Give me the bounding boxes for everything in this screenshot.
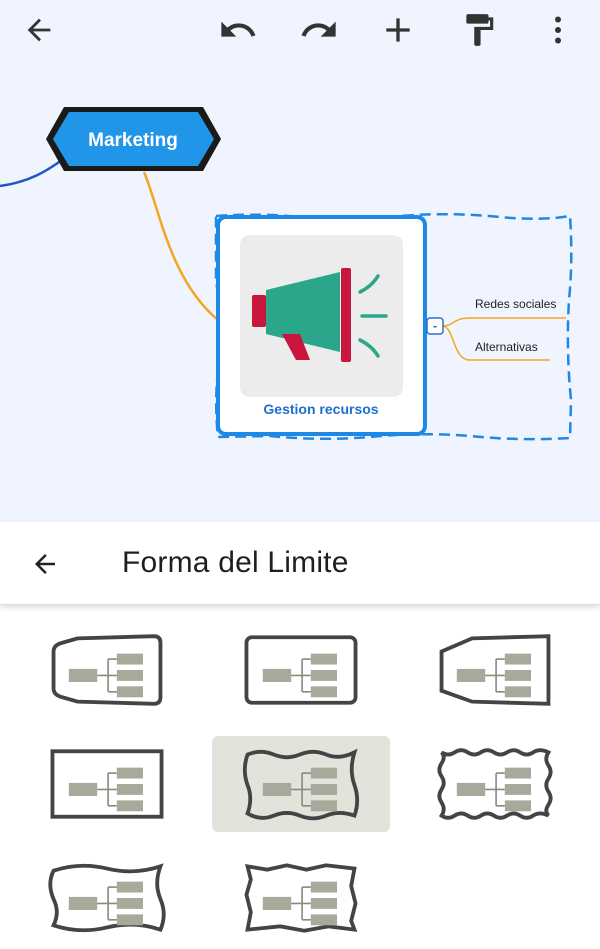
shape-option-rectangle[interactable] (18, 736, 196, 832)
undo-button[interactable] (216, 8, 260, 52)
rounded-rect-shape-icon (244, 635, 358, 705)
top-toolbar (0, 0, 600, 60)
panel-back-button[interactable] (22, 541, 68, 587)
shape-option-wavy[interactable] (212, 736, 390, 832)
boundary-shape-grid (0, 612, 600, 949)
scalloped-shape-icon (437, 748, 553, 820)
mindmap-canvas[interactable]: Marketing Gestion recursos - Redes socia… (0, 0, 600, 522)
shape-option-scalloped[interactable] (406, 736, 584, 832)
central-node[interactable]: Marketing (46, 107, 221, 171)
rounded-tab-shape-icon (51, 634, 163, 706)
panel-header: Forma del Limite (0, 522, 600, 605)
shape-option-rounded-tab[interactable] (18, 622, 196, 718)
arrow-left-icon (35, 554, 55, 574)
collapse-toggle-label: - (433, 318, 437, 333)
redo-button[interactable] (297, 8, 341, 52)
zigzag-shape-icon (244, 863, 358, 933)
shape-option-wavy-ribbon[interactable] (18, 850, 196, 946)
collapse-toggle[interactable]: - (426, 317, 444, 335)
resource-node-label: Gestion recursos (263, 401, 378, 417)
shape-option-zigzag[interactable] (212, 850, 390, 946)
trapezoid-left-shape-icon (439, 634, 551, 706)
plus-icon (386, 18, 410, 42)
subtopic-label[interactable]: Redes sociales (475, 297, 556, 311)
style-button[interactable] (457, 8, 501, 52)
shape-option-rounded-rect[interactable] (212, 622, 390, 718)
wavy-ribbon-shape-icon (48, 863, 166, 933)
back-button[interactable] (17, 8, 61, 52)
undo-icon (221, 21, 256, 37)
add-button[interactable] (376, 8, 420, 52)
redo-icon (301, 21, 336, 37)
subtopic-label[interactable]: Alternativas (475, 340, 538, 354)
rectangle-shape-icon (50, 749, 164, 819)
more-button[interactable] (536, 8, 580, 52)
paint-roller-icon (466, 14, 494, 46)
resource-node[interactable]: Gestion recursos (216, 215, 427, 436)
panel-title: Forma del Limite (122, 546, 349, 579)
shape-option-trapezoid-left[interactable] (406, 622, 584, 718)
arrow-left-icon (27, 18, 51, 42)
mindmap-drawing: Marketing Gestion recursos - Redes socia… (0, 107, 573, 441)
more-vertical-icon (555, 16, 561, 44)
wavy-shape-icon (242, 748, 360, 821)
central-node-label: Marketing (88, 130, 178, 151)
